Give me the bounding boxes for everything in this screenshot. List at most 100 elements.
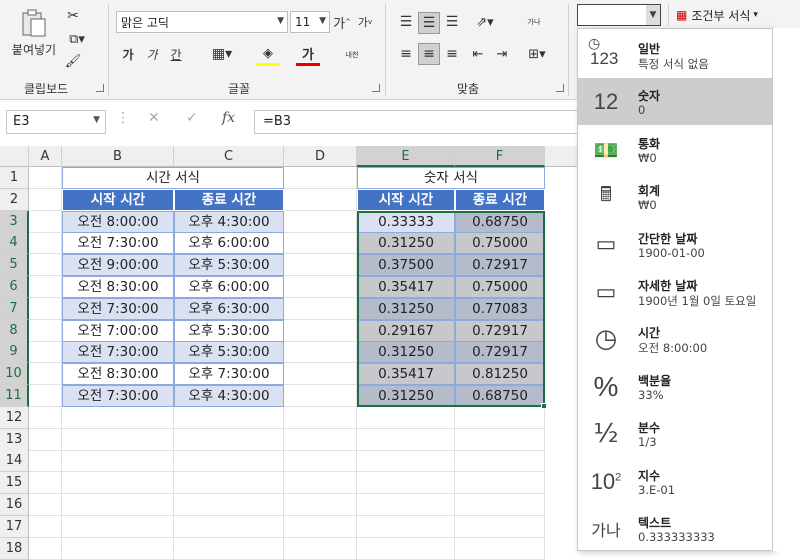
grid-cell[interactable] bbox=[284, 363, 357, 386]
grid-cell[interactable] bbox=[29, 210, 62, 233]
cut-icon[interactable]: ✂ bbox=[62, 6, 84, 26]
grid-cell[interactable] bbox=[284, 188, 357, 211]
time-cell[interactable]: 오후 5:30:00 bbox=[174, 319, 284, 342]
row-header-8[interactable]: 8 bbox=[0, 319, 29, 342]
grid-cell[interactable] bbox=[62, 537, 174, 560]
time-cell[interactable]: 오전 9:00:00 bbox=[62, 254, 174, 277]
grid-cell[interactable] bbox=[284, 232, 357, 255]
paste-button[interactable]: 붙여넣기 bbox=[8, 6, 60, 60]
grid-cell[interactable] bbox=[284, 494, 357, 516]
grid-cell[interactable] bbox=[174, 428, 284, 451]
time-cell[interactable]: 오전 7:30:00 bbox=[62, 232, 174, 255]
format-painter-icon[interactable]: 🖌 bbox=[62, 52, 84, 70]
grid-cell[interactable] bbox=[29, 385, 62, 407]
row-header-13[interactable]: 13 bbox=[0, 428, 29, 451]
row-header-14[interactable]: 14 bbox=[0, 450, 29, 473]
grid-cell[interactable] bbox=[174, 472, 284, 495]
time-table-header[interactable]: 종료 시간 bbox=[174, 188, 284, 211]
select-all-corner[interactable] bbox=[0, 146, 29, 167]
underline-button[interactable]: 간 bbox=[166, 44, 186, 64]
grid-cell[interactable] bbox=[357, 537, 455, 560]
format-option[interactable]: 12 숫자 0 bbox=[578, 78, 772, 126]
grid-cell[interactable] bbox=[284, 385, 357, 407]
merge-center-icon[interactable]: ⊞▾ bbox=[522, 44, 552, 64]
grid-cell[interactable] bbox=[455, 450, 545, 473]
row-header-12[interactable]: 12 bbox=[0, 406, 29, 429]
time-cell[interactable]: 오후 5:30:00 bbox=[174, 254, 284, 277]
format-option[interactable]: ◷ 123 일반 특정 서식 없음 bbox=[578, 31, 772, 78]
grid-cell[interactable] bbox=[284, 537, 357, 560]
grid-cell[interactable] bbox=[357, 515, 455, 538]
time-cell[interactable]: 오전 7:30:00 bbox=[62, 385, 174, 407]
align-left-icon[interactable]: ≡ bbox=[396, 44, 416, 64]
grid-cell[interactable] bbox=[62, 472, 174, 495]
grid-cell[interactable] bbox=[29, 254, 62, 277]
grid-cell[interactable] bbox=[357, 450, 455, 473]
decrease-font-icon[interactable]: 가v bbox=[355, 12, 375, 32]
align-middle-icon[interactable]: ☰ bbox=[418, 12, 440, 34]
grid-cell[interactable] bbox=[174, 494, 284, 516]
row-header-17[interactable]: 17 bbox=[0, 515, 29, 538]
column-header-a[interactable]: A bbox=[29, 146, 62, 167]
alignment-launcher-icon[interactable] bbox=[556, 84, 564, 92]
enter-icon[interactable]: ✓ bbox=[186, 110, 198, 134]
grid-cell[interactable] bbox=[29, 406, 62, 429]
increase-indent-icon[interactable]: ⇥ bbox=[492, 44, 512, 64]
time-cell[interactable]: 오전 7:30:00 bbox=[62, 341, 174, 364]
cancel-icon[interactable]: ✕ bbox=[148, 110, 160, 134]
time-cell[interactable]: 오후 6:30:00 bbox=[174, 297, 284, 320]
orientation-icon[interactable]: ⇗▾ bbox=[470, 12, 500, 32]
wrap-text-button[interactable]: 가나 bbox=[524, 10, 544, 34]
grid-cell[interactable] bbox=[455, 515, 545, 538]
grid-cell[interactable] bbox=[29, 472, 62, 495]
row-header-6[interactable]: 6 bbox=[0, 276, 29, 298]
time-cell[interactable]: 오전 7:30:00 bbox=[62, 297, 174, 320]
grid-cell[interactable] bbox=[62, 515, 174, 538]
grid-cell[interactable] bbox=[62, 494, 174, 516]
grid-cell[interactable] bbox=[62, 428, 174, 451]
column-header-e[interactable]: E bbox=[357, 146, 455, 167]
row-header-9[interactable]: 9 bbox=[0, 341, 29, 364]
grid-cell[interactable] bbox=[455, 406, 545, 429]
increase-font-icon[interactable]: 가 ^ bbox=[332, 12, 352, 32]
row-header-5[interactable]: 5 bbox=[0, 254, 29, 277]
italic-button[interactable]: 가 bbox=[142, 44, 162, 64]
row-header-18[interactable]: 18 bbox=[0, 537, 29, 560]
formula-input[interactable]: =B3 bbox=[254, 110, 584, 134]
font-launcher-icon[interactable] bbox=[372, 84, 380, 92]
align-bottom-icon[interactable]: ☰ bbox=[442, 12, 462, 32]
grid-cell[interactable] bbox=[357, 428, 455, 451]
time-table-title[interactable]: 시간 서식 bbox=[62, 167, 284, 189]
grid-cell[interactable] bbox=[29, 297, 62, 320]
font-size-combo[interactable]: 11 ▼ bbox=[290, 11, 330, 33]
grid-cell[interactable] bbox=[174, 537, 284, 560]
time-cell[interactable]: 오후 5:30:00 bbox=[174, 341, 284, 364]
time-cell[interactable]: 오전 8:00:00 bbox=[62, 210, 174, 233]
time-table-header[interactable]: 시작 시간 bbox=[62, 188, 174, 211]
grid-cell[interactable] bbox=[284, 254, 357, 277]
format-option[interactable]: ▭ 자세한 날짜 1900년 1월 0일 토요일 bbox=[578, 268, 772, 315]
row-header-16[interactable]: 16 bbox=[0, 494, 29, 516]
grid-cell[interactable] bbox=[455, 472, 545, 495]
grid-cell[interactable] bbox=[29, 450, 62, 473]
grid-cell[interactable] bbox=[284, 276, 357, 298]
time-cell[interactable]: 오후 4:30:00 bbox=[174, 210, 284, 233]
grid-cell[interactable] bbox=[284, 210, 357, 233]
borders-icon[interactable]: ▦▾ bbox=[210, 44, 234, 64]
grid-cell[interactable] bbox=[284, 319, 357, 342]
grid-cell[interactable] bbox=[29, 494, 62, 516]
time-cell[interactable]: 오전 8:30:00 bbox=[62, 363, 174, 386]
row-header-10[interactable]: 10 bbox=[0, 363, 29, 386]
time-cell[interactable]: 오후 7:30:00 bbox=[174, 363, 284, 386]
row-header-15[interactable]: 15 bbox=[0, 472, 29, 495]
column-header-d[interactable]: D bbox=[284, 146, 357, 167]
grid-cell[interactable] bbox=[284, 167, 357, 189]
time-cell[interactable]: 오후 4:30:00 bbox=[174, 385, 284, 407]
row-header-4[interactable]: 4 bbox=[0, 232, 29, 255]
grid-cell[interactable] bbox=[357, 472, 455, 495]
format-option[interactable]: % 백분율 33% bbox=[578, 363, 772, 410]
grid-cell[interactable] bbox=[284, 297, 357, 320]
time-cell[interactable]: 오전 8:30:00 bbox=[62, 276, 174, 298]
row-header-11[interactable]: 11 bbox=[0, 385, 29, 407]
column-header-c[interactable]: C bbox=[174, 146, 284, 167]
